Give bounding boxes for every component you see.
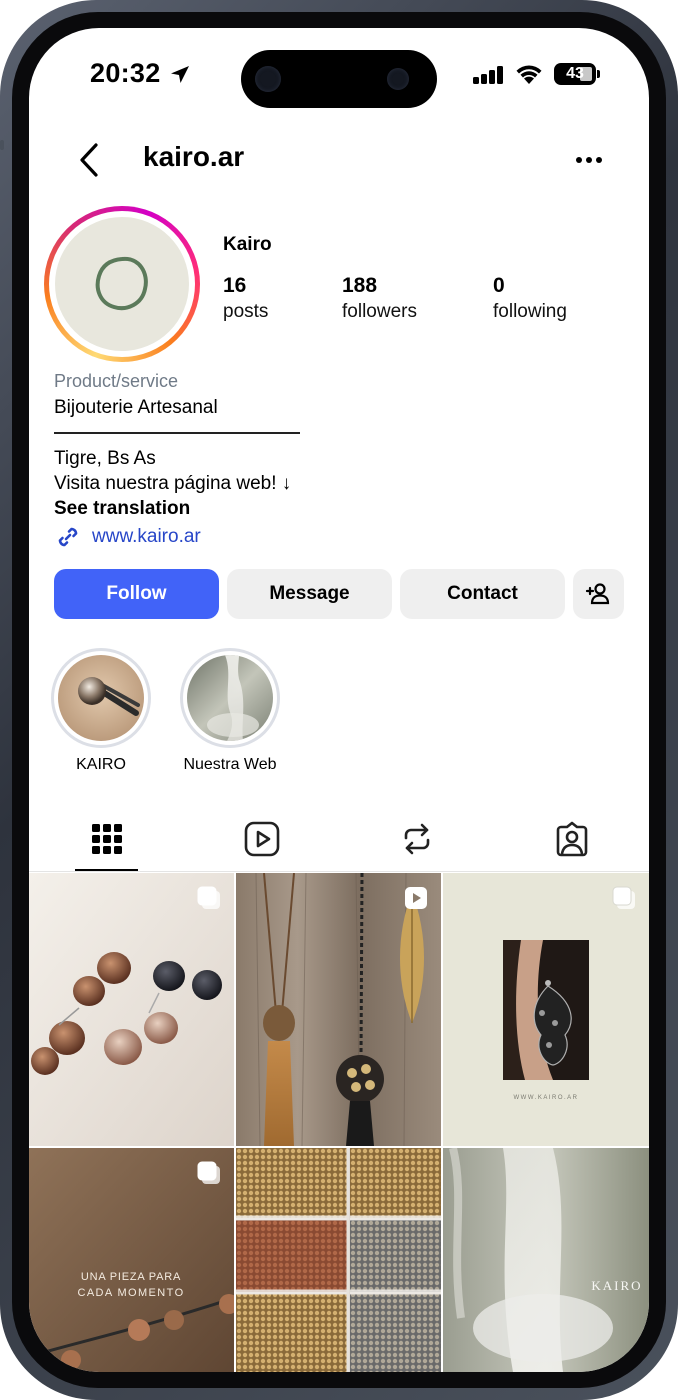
bio-line: Visita nuestra página web! ↓ xyxy=(54,473,292,494)
suggest-users-button[interactable] xyxy=(573,569,624,619)
post-brand-text: KAIRO xyxy=(591,1278,642,1293)
more-horizontal-icon xyxy=(576,157,602,163)
person-add-icon xyxy=(585,583,609,605)
highlight-nuestra-web[interactable]: Nuestra Web xyxy=(180,648,280,773)
contact-button[interactable]: Contact xyxy=(400,569,565,619)
post-tile[interactable] xyxy=(236,1148,441,1372)
highlight-kairo[interactable]: KAIRO xyxy=(51,648,151,773)
back-button[interactable] xyxy=(71,138,107,182)
stat-followers-count: 188 xyxy=(342,274,378,297)
avatar-logo xyxy=(55,217,189,351)
kairo-logo-icon xyxy=(95,256,148,310)
website-link-text: www.kairo.ar xyxy=(92,526,201,547)
post-tile[interactable]: WWW.KAIRO.AR xyxy=(443,873,649,1146)
reposts-icon xyxy=(404,823,429,855)
tab-reels[interactable] xyxy=(184,808,339,870)
post-tile[interactable]: UNA PIEZA PARA CADA MOMENTO xyxy=(29,1148,234,1372)
battery-nub xyxy=(597,70,600,78)
camera-lens xyxy=(387,68,409,90)
post-image: KAIRO xyxy=(443,1148,649,1372)
location-arrow-icon xyxy=(171,66,189,83)
carousel-icon xyxy=(197,1161,220,1184)
bio-line: Bijouterie Artesanal xyxy=(54,397,218,418)
page-title-username: kairo.ar xyxy=(143,141,245,172)
grid-icon xyxy=(91,824,122,854)
post-image xyxy=(236,1148,441,1372)
post-image xyxy=(236,873,441,1146)
carousel-icon xyxy=(197,886,220,909)
battery-percent: 43 xyxy=(566,65,584,82)
post-tile[interactable] xyxy=(236,873,441,1146)
post-caption: WWW.KAIRO.AR xyxy=(514,1095,579,1101)
post-tile[interactable] xyxy=(29,873,234,1146)
post-image xyxy=(29,873,234,1146)
battery-icon: 43 xyxy=(554,63,596,85)
profile-category: Product/service xyxy=(54,371,179,391)
more-options-button[interactable] xyxy=(569,145,609,175)
carousel-icon xyxy=(612,886,635,909)
highlight-label: Nuestra Web xyxy=(183,756,277,773)
stat-following[interactable]: 0 following xyxy=(493,274,567,323)
tagged-icon xyxy=(556,821,587,857)
post-tile[interactable]: KAIRO xyxy=(443,1148,649,1372)
bio-divider xyxy=(54,432,300,434)
link-icon xyxy=(58,527,78,547)
website-link[interactable]: www.kairo.ar xyxy=(54,523,201,551)
follow-button[interactable]: Follow xyxy=(54,569,219,619)
frame-edge xyxy=(0,140,4,150)
camera-sensor xyxy=(255,66,281,92)
stat-followers-label: followers xyxy=(342,301,417,322)
cellular-signal-icon xyxy=(473,66,505,84)
reels-icon xyxy=(244,821,279,857)
message-button[interactable]: Message xyxy=(227,569,392,619)
stat-posts-label: posts xyxy=(223,301,269,322)
tab-divider xyxy=(29,871,649,872)
dynamic-island xyxy=(241,50,437,108)
post-text-line: UNA PIEZA PARA xyxy=(81,1271,181,1283)
display-name: Kairo xyxy=(223,234,272,255)
stat-following-count: 0 xyxy=(493,274,505,297)
highlight-thumbnail xyxy=(58,655,144,741)
reel-icon xyxy=(405,887,427,909)
screen: 20:32 43 kairo.ar Kairo 16 posts 188 fol… xyxy=(29,28,649,1372)
tab-tagged[interactable] xyxy=(494,808,649,870)
bio-line: Tigre, Bs As xyxy=(54,448,156,469)
post-text-line: CADA MOMENTO xyxy=(77,1287,184,1299)
highlight-thumbnail xyxy=(187,655,273,741)
profile-avatar[interactable] xyxy=(44,206,200,362)
tab-reposts[interactable] xyxy=(339,808,494,870)
status-time: 20:32 xyxy=(90,58,161,88)
wifi-icon xyxy=(516,65,542,84)
chevron-left-icon xyxy=(80,143,98,177)
stat-posts[interactable]: 16 posts xyxy=(223,274,268,323)
post-image: WWW.KAIRO.AR xyxy=(443,873,649,1146)
stat-following-label: following xyxy=(493,301,567,322)
see-translation-link[interactable]: See translation xyxy=(54,498,190,520)
stat-followers[interactable]: 188 followers xyxy=(342,274,417,323)
stat-posts-count: 16 xyxy=(223,274,247,297)
tab-posts-grid[interactable] xyxy=(29,808,184,870)
